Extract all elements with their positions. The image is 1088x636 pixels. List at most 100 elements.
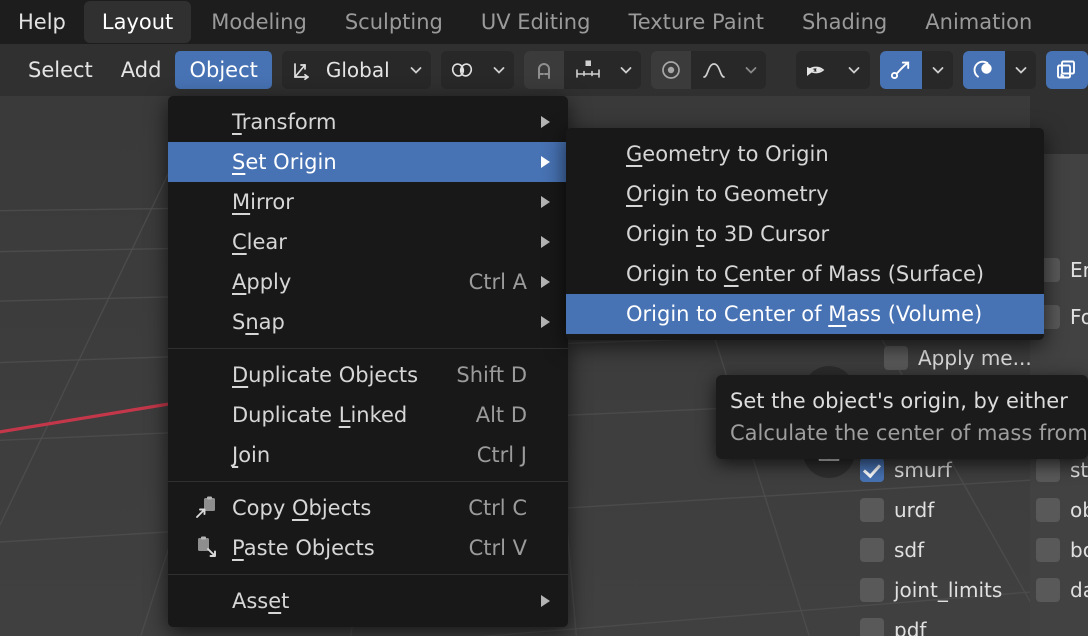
checkbox-smurf[interactable] bbox=[860, 458, 884, 482]
workspace-tab-uv-editing[interactable]: UV Editing bbox=[463, 1, 609, 43]
property-label: En bbox=[1070, 258, 1088, 282]
chevron-down-icon[interactable] bbox=[482, 51, 514, 89]
object-visibility-group[interactable] bbox=[796, 51, 870, 89]
submenu-item-origin-to-geometry[interactable]: Origin to Geometry bbox=[566, 174, 1044, 214]
submenu-item-geometry-to-origin[interactable]: Geometry to Origin bbox=[566, 134, 1044, 174]
show-gizmo-group[interactable] bbox=[879, 51, 953, 89]
menu-item-shortcut: Ctrl V bbox=[468, 536, 527, 560]
object-dropdown-menu[interactable]: Transform Set Origin Mirror Clear Apply Ctrl … bbox=[168, 96, 568, 627]
submenu-item-origin-to-center-of-mass-surface[interactable]: Origin to Center of Mass (Surface) bbox=[566, 254, 1044, 294]
menu-item-asset[interactable]: Asset bbox=[168, 581, 568, 621]
submenu-arrow-icon bbox=[541, 156, 550, 168]
submenu-arrow-icon bbox=[541, 276, 550, 288]
checkbox-pdf[interactable] bbox=[860, 618, 884, 636]
workspace-tab-sculpting[interactable]: Sculpting bbox=[327, 1, 461, 43]
property-row-sdf[interactable]: sdf bbox=[860, 538, 924, 562]
chevron-down-icon[interactable] bbox=[734, 51, 767, 89]
header-menu-select[interactable]: Select bbox=[14, 51, 107, 89]
menu-item-duplicate-linked[interactable]: Duplicate Linked Alt D bbox=[168, 395, 568, 435]
checkbox-joint_limits[interactable] bbox=[860, 578, 884, 602]
menu-item-shortcut: Ctrl C bbox=[468, 496, 527, 520]
tooltip: Set the object's origin, by either Calcu… bbox=[716, 375, 1088, 459]
submenu-item-label: Origin to Center of Mass (Surface) bbox=[626, 262, 985, 286]
checkbox-sdf[interactable] bbox=[860, 538, 884, 562]
property-row-right-5[interactable]: da bbox=[1036, 578, 1088, 602]
show-overlays-group[interactable] bbox=[962, 51, 1037, 89]
copy-icon bbox=[194, 495, 220, 521]
toggle-xray-group[interactable] bbox=[1046, 51, 1088, 89]
menu-item-clear[interactable]: Clear bbox=[168, 222, 568, 262]
proportional-falloff-icon bbox=[692, 51, 735, 89]
transform-orientation-value: Global bbox=[325, 58, 390, 82]
pivot-point-group[interactable] bbox=[440, 51, 514, 89]
property-label: joint_limits bbox=[894, 578, 1003, 602]
menu-item-set-origin[interactable]: Set Origin bbox=[168, 142, 568, 182]
menu-item-shortcut: Alt D bbox=[475, 403, 527, 427]
menu-item-transform[interactable]: Transform bbox=[168, 102, 568, 142]
chevron-down-icon[interactable] bbox=[609, 51, 641, 89]
chevron-down-icon[interactable] bbox=[1004, 51, 1037, 89]
checkbox-right-3[interactable] bbox=[1036, 498, 1060, 522]
property-row-right-4[interactable]: bo bbox=[1036, 538, 1088, 562]
property-row-smurf[interactable]: smurf bbox=[860, 458, 952, 482]
chevron-down-icon[interactable] bbox=[399, 51, 431, 89]
show-overlays-icon[interactable] bbox=[962, 51, 1005, 89]
menu-item-snap[interactable]: Snap bbox=[168, 302, 568, 342]
apply-me-checkbox[interactable] bbox=[884, 346, 908, 370]
property-row-right-2[interactable]: st bbox=[1036, 458, 1088, 482]
submenu-arrow-icon bbox=[541, 196, 550, 208]
workspace-tab-modeling[interactable]: Modeling bbox=[193, 1, 325, 43]
menu-item-label: Mirror bbox=[232, 190, 294, 214]
set-origin-submenu[interactable]: Geometry to Origin Origin to Geometry Orig… bbox=[566, 128, 1044, 340]
submenu-item-label: Origin to Center of Mass (Volume) bbox=[626, 302, 983, 326]
apply-me-row[interactable]: Apply me... bbox=[884, 346, 1032, 370]
property-label: smurf bbox=[894, 458, 952, 482]
workspace-tab-layout[interactable]: Layout bbox=[83, 1, 192, 43]
property-row-urdf[interactable]: urdf bbox=[860, 498, 934, 522]
help-menu[interactable]: Help bbox=[0, 10, 84, 34]
property-label: da bbox=[1070, 578, 1088, 602]
menu-item-apply[interactable]: Apply Ctrl A bbox=[168, 262, 568, 302]
header-menu-add[interactable]: Add bbox=[107, 51, 176, 89]
property-row-right-3[interactable]: ob bbox=[1036, 498, 1088, 522]
checkbox-right-5[interactable] bbox=[1036, 578, 1060, 602]
checkbox-urdf[interactable] bbox=[860, 498, 884, 522]
toggle-xray-icon[interactable] bbox=[1046, 51, 1088, 89]
show-gizmo-icon[interactable] bbox=[879, 51, 922, 89]
property-label: bo bbox=[1070, 538, 1088, 562]
menu-separator bbox=[168, 574, 568, 575]
submenu-item-origin-to-3d-cursor[interactable]: Origin to 3D Cursor bbox=[566, 214, 1044, 254]
submenu-item-label: Geometry to Origin bbox=[626, 142, 829, 166]
property-row-pdf[interactable]: pdf bbox=[860, 618, 926, 636]
proportional-editing-icon[interactable] bbox=[650, 51, 691, 89]
snap-group[interactable] bbox=[523, 51, 641, 89]
checkbox-right-4[interactable] bbox=[1036, 538, 1060, 562]
workspace-tab-texture-paint[interactable]: Texture Paint bbox=[610, 1, 782, 43]
object-visibility-icon[interactable] bbox=[796, 51, 839, 89]
menu-item-label: Clear bbox=[232, 230, 287, 254]
menu-item-label: Join bbox=[232, 443, 271, 467]
menu-item-paste-objects[interactable]: Paste Objects Ctrl V bbox=[168, 528, 568, 568]
menu-item-join[interactable]: Join Ctrl J bbox=[168, 435, 568, 475]
menu-item-mirror[interactable]: Mirror bbox=[168, 182, 568, 222]
transform-orientation-group[interactable]: Global bbox=[281, 51, 431, 89]
workspace-tab-shading[interactable]: Shading bbox=[784, 1, 905, 43]
menu-item-label: Set Origin bbox=[232, 150, 337, 174]
snap-magnet-icon[interactable] bbox=[523, 51, 564, 89]
menu-separator bbox=[168, 348, 568, 349]
proportional-editing-group[interactable] bbox=[650, 51, 767, 89]
menu-item-label: Paste Objects bbox=[232, 536, 375, 560]
submenu-item-origin-to-center-of-mass-volume[interactable]: Origin to Center of Mass (Volume) bbox=[566, 294, 1044, 334]
property-row-joint_limits[interactable]: joint_limits bbox=[860, 578, 1002, 602]
pivot-point-icon bbox=[440, 51, 483, 89]
menu-item-duplicate-objects[interactable]: Duplicate Objects Shift D bbox=[168, 355, 568, 395]
checkbox-right-2[interactable] bbox=[1036, 458, 1060, 482]
workspace-tab-animation[interactable]: Animation bbox=[907, 1, 1050, 43]
menu-item-label: Snap bbox=[232, 310, 285, 334]
chevron-down-icon[interactable] bbox=[838, 51, 870, 89]
header-menu-object[interactable]: Object bbox=[175, 51, 272, 89]
property-label: st bbox=[1070, 458, 1088, 482]
menu-item-shortcut: Ctrl J bbox=[476, 443, 527, 467]
menu-item-copy-objects[interactable]: Copy Objects Ctrl C bbox=[168, 488, 568, 528]
chevron-down-icon[interactable] bbox=[921, 51, 953, 89]
